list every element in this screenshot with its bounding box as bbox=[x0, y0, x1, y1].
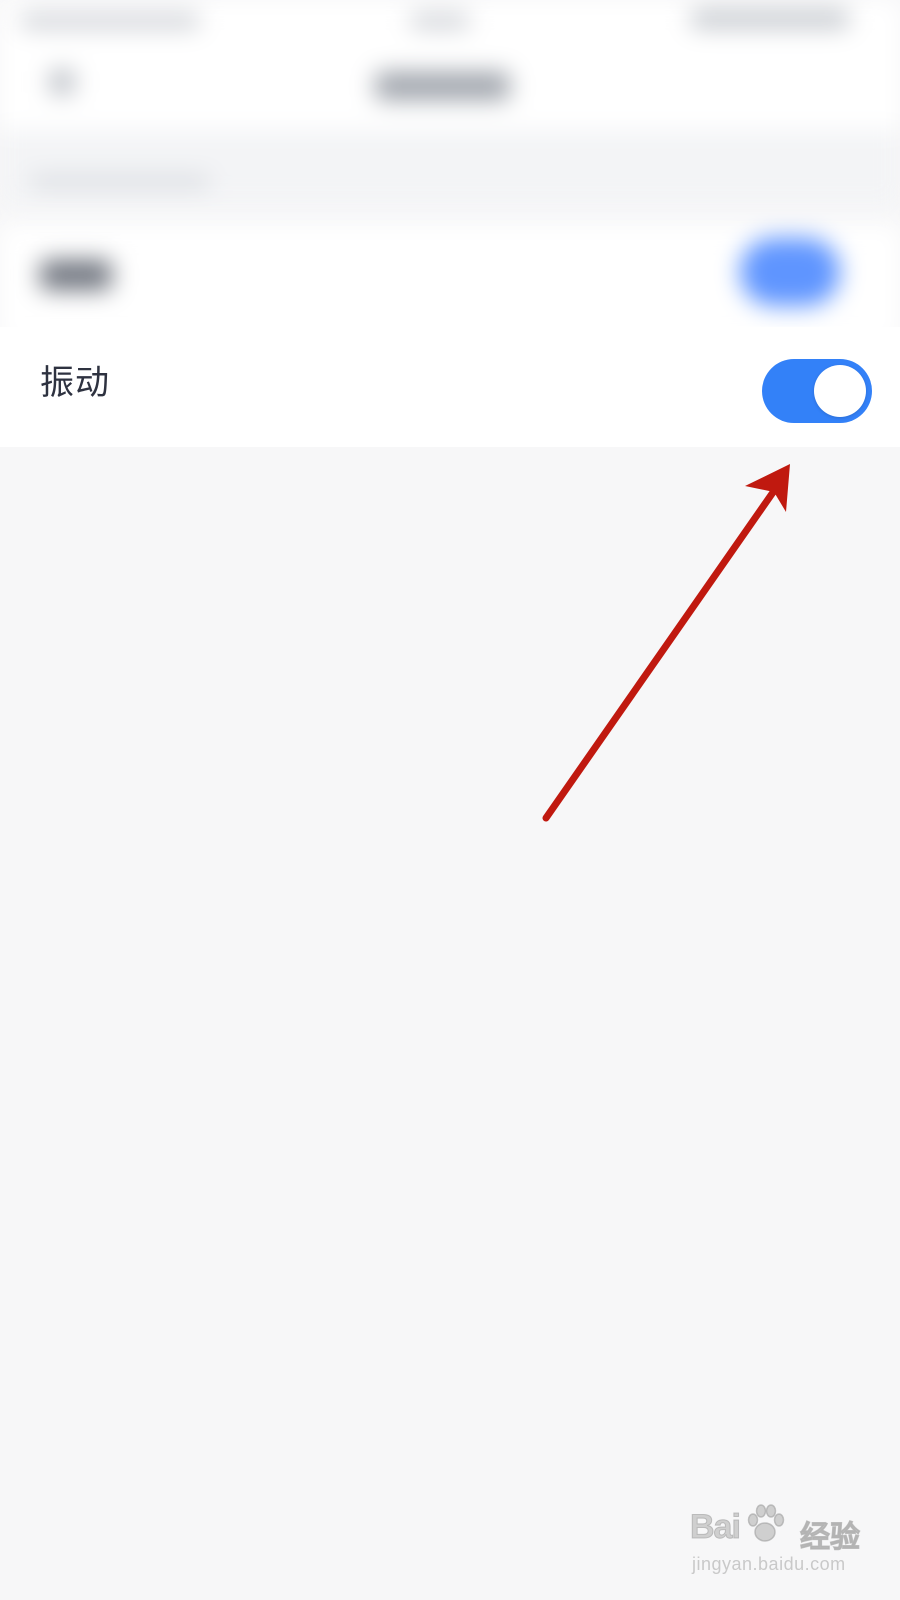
section-hint-obscured bbox=[30, 176, 210, 188]
toggle-knob bbox=[814, 365, 866, 417]
watermark: Bai 经验 jingyan.baidu.com bbox=[688, 1498, 868, 1588]
status-bar-left-info bbox=[20, 14, 200, 28]
settings-screen: 振动 Bai 经验 jingyan.baidu.com bbox=[0, 0, 900, 1600]
status-bar-center-info bbox=[410, 14, 470, 28]
annotation-arrow-shaft bbox=[542, 484, 780, 822]
paw-icon bbox=[747, 1504, 785, 1542]
watermark-suffix: 经验 bbox=[800, 1521, 861, 1555]
settings-row-obscured-label bbox=[40, 260, 112, 290]
back-icon[interactable] bbox=[50, 70, 74, 94]
annotation-arrow-head bbox=[745, 464, 790, 512]
status-bar-right-icons bbox=[690, 10, 850, 28]
vibration-toggle[interactable] bbox=[762, 359, 872, 423]
blurred-header-region bbox=[0, 0, 900, 345]
settings-row-obscured-toggle[interactable] bbox=[740, 238, 840, 306]
vibration-label: 振动 bbox=[40, 363, 110, 403]
section-header bbox=[0, 130, 900, 205]
watermark-url: jingyan.baidu.com bbox=[692, 1554, 846, 1574]
watermark-brand: Bai bbox=[690, 1508, 742, 1547]
page-title-obscured bbox=[375, 72, 510, 100]
settings-row-vibration[interactable]: 振动 bbox=[0, 327, 900, 447]
